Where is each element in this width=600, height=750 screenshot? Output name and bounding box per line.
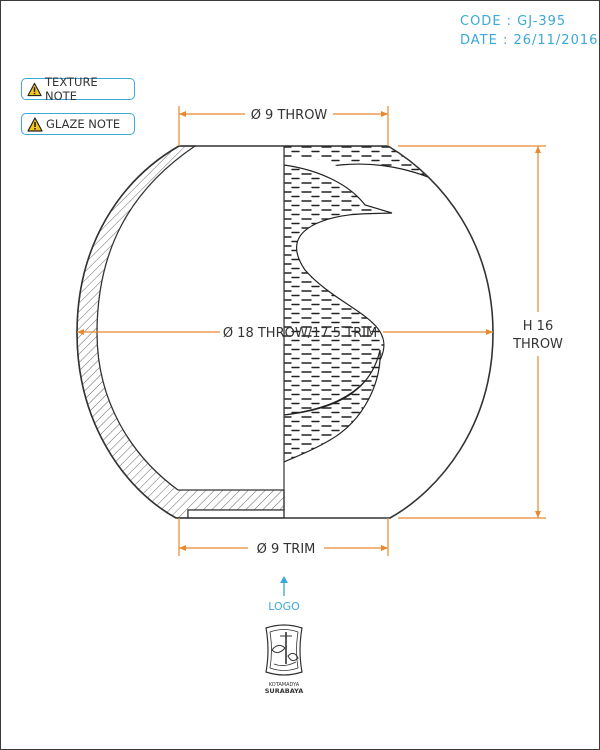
dim-height-label-2: THROW — [512, 337, 563, 352]
glaze-decoration — [284, 146, 472, 463]
emblem-text-2: SURABAYA — [265, 687, 303, 695]
arrow-up-icon — [280, 576, 288, 596]
logo-label: LOGO — [268, 600, 300, 613]
surabaya-emblem — [265, 624, 303, 676]
base-foot — [187, 509, 285, 519]
pot-technical-drawing: Ø 9 THROW Ø 18 THROW/17.5 TRIM H 16 THRO… — [76, 106, 563, 695]
dim-body-diameter-label: Ø 18 THROW/17.5 TRIM — [223, 326, 377, 341]
dim-top-width-label: Ø 9 THROW — [251, 108, 328, 123]
dim-height-label-1: H 16 — [523, 319, 553, 334]
dim-base-width-label: Ø 9 TRIM — [257, 542, 316, 557]
